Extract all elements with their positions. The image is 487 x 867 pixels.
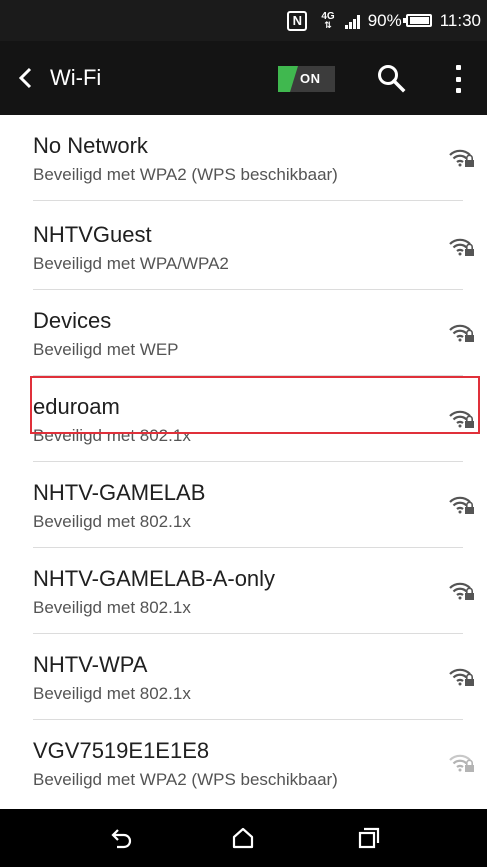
wifi-lock-icon	[449, 238, 474, 256]
network-name: NHTV-GAMELAB	[33, 480, 206, 505]
more-options-icon[interactable]	[452, 61, 464, 97]
action-bar: Wi-Fi ON	[0, 41, 487, 115]
nfc-icon: N	[287, 10, 308, 31]
battery-percent: 90%	[367, 10, 402, 30]
network-row[interactable]: NHTV-WPA Beveiligd met 802.1x	[0, 634, 487, 720]
search-icon[interactable]	[376, 63, 406, 93]
network-name: Devices	[33, 308, 112, 333]
battery-icon	[402, 14, 432, 27]
home-icon[interactable]	[228, 823, 258, 853]
network-security: Beveiligd met WPA2 (WPS beschikbaar)	[33, 165, 338, 184]
network-security: Beveiligd met 802.1x	[33, 684, 191, 703]
network-security: Beveiligd met WPA/WPA2	[33, 254, 229, 273]
network-security: Beveiligd met 802.1x	[33, 598, 191, 617]
row-divider	[33, 200, 463, 201]
wifi-lock-icon	[449, 496, 474, 514]
wifi-lock-icon	[449, 149, 474, 167]
network-security: Beveiligd met 802.1x	[33, 512, 191, 531]
back-icon[interactable]	[106, 823, 136, 853]
network-row[interactable]: VGV7519E1E1E8 Beveiligd met WPA2 (WPS bes…	[0, 720, 487, 806]
network-row[interactable]: Devices Beveiligd met WEP	[0, 290, 487, 376]
network-name: NHTVGuest	[33, 222, 152, 247]
network-name: No Network	[33, 133, 148, 158]
status-bar: N 4G ⇅ 90% 11:30	[0, 0, 487, 41]
wifi-toggle[interactable]: ON	[278, 66, 335, 92]
network-name: NHTV-GAMELAB-A-only	[33, 566, 276, 591]
wifi-lock-icon	[449, 582, 474, 600]
network-security: Beveiligd met WEP	[33, 340, 179, 359]
clock: 11:30	[439, 10, 481, 30]
selected-network-highlight	[30, 376, 480, 434]
network-name: NHTV-WPA	[33, 652, 148, 677]
signal-icon	[344, 13, 360, 29]
network-name: VGV7519E1E1E8	[33, 738, 210, 763]
wifi-lock-icon	[449, 754, 474, 772]
network-4g-icon: 4G ⇅	[321, 10, 335, 30]
network-row[interactable]: No Network Beveiligd met WPA2 (WPS beschi…	[0, 115, 487, 201]
wifi-lock-icon	[449, 324, 474, 342]
network-security: Beveiligd met WPA2 (WPS beschikbaar)	[33, 770, 338, 789]
navigation-bar	[0, 809, 487, 867]
network-row[interactable]: NHTV-GAMELAB-A-only Beveiligd met 802.1x	[0, 548, 487, 634]
network-row[interactable]: NHTV-GAMELAB Beveiligd met 802.1x	[0, 462, 487, 548]
wifi-lock-icon	[449, 668, 474, 686]
back-arrow-icon[interactable]	[0, 41, 50, 115]
page-title: Wi-Fi	[50, 65, 102, 90]
wifi-toggle-label: ON	[300, 71, 321, 86]
network-row[interactable]: NHTVGuest Beveiligd met WPA/WPA2	[0, 204, 487, 290]
recents-icon[interactable]	[354, 823, 384, 853]
